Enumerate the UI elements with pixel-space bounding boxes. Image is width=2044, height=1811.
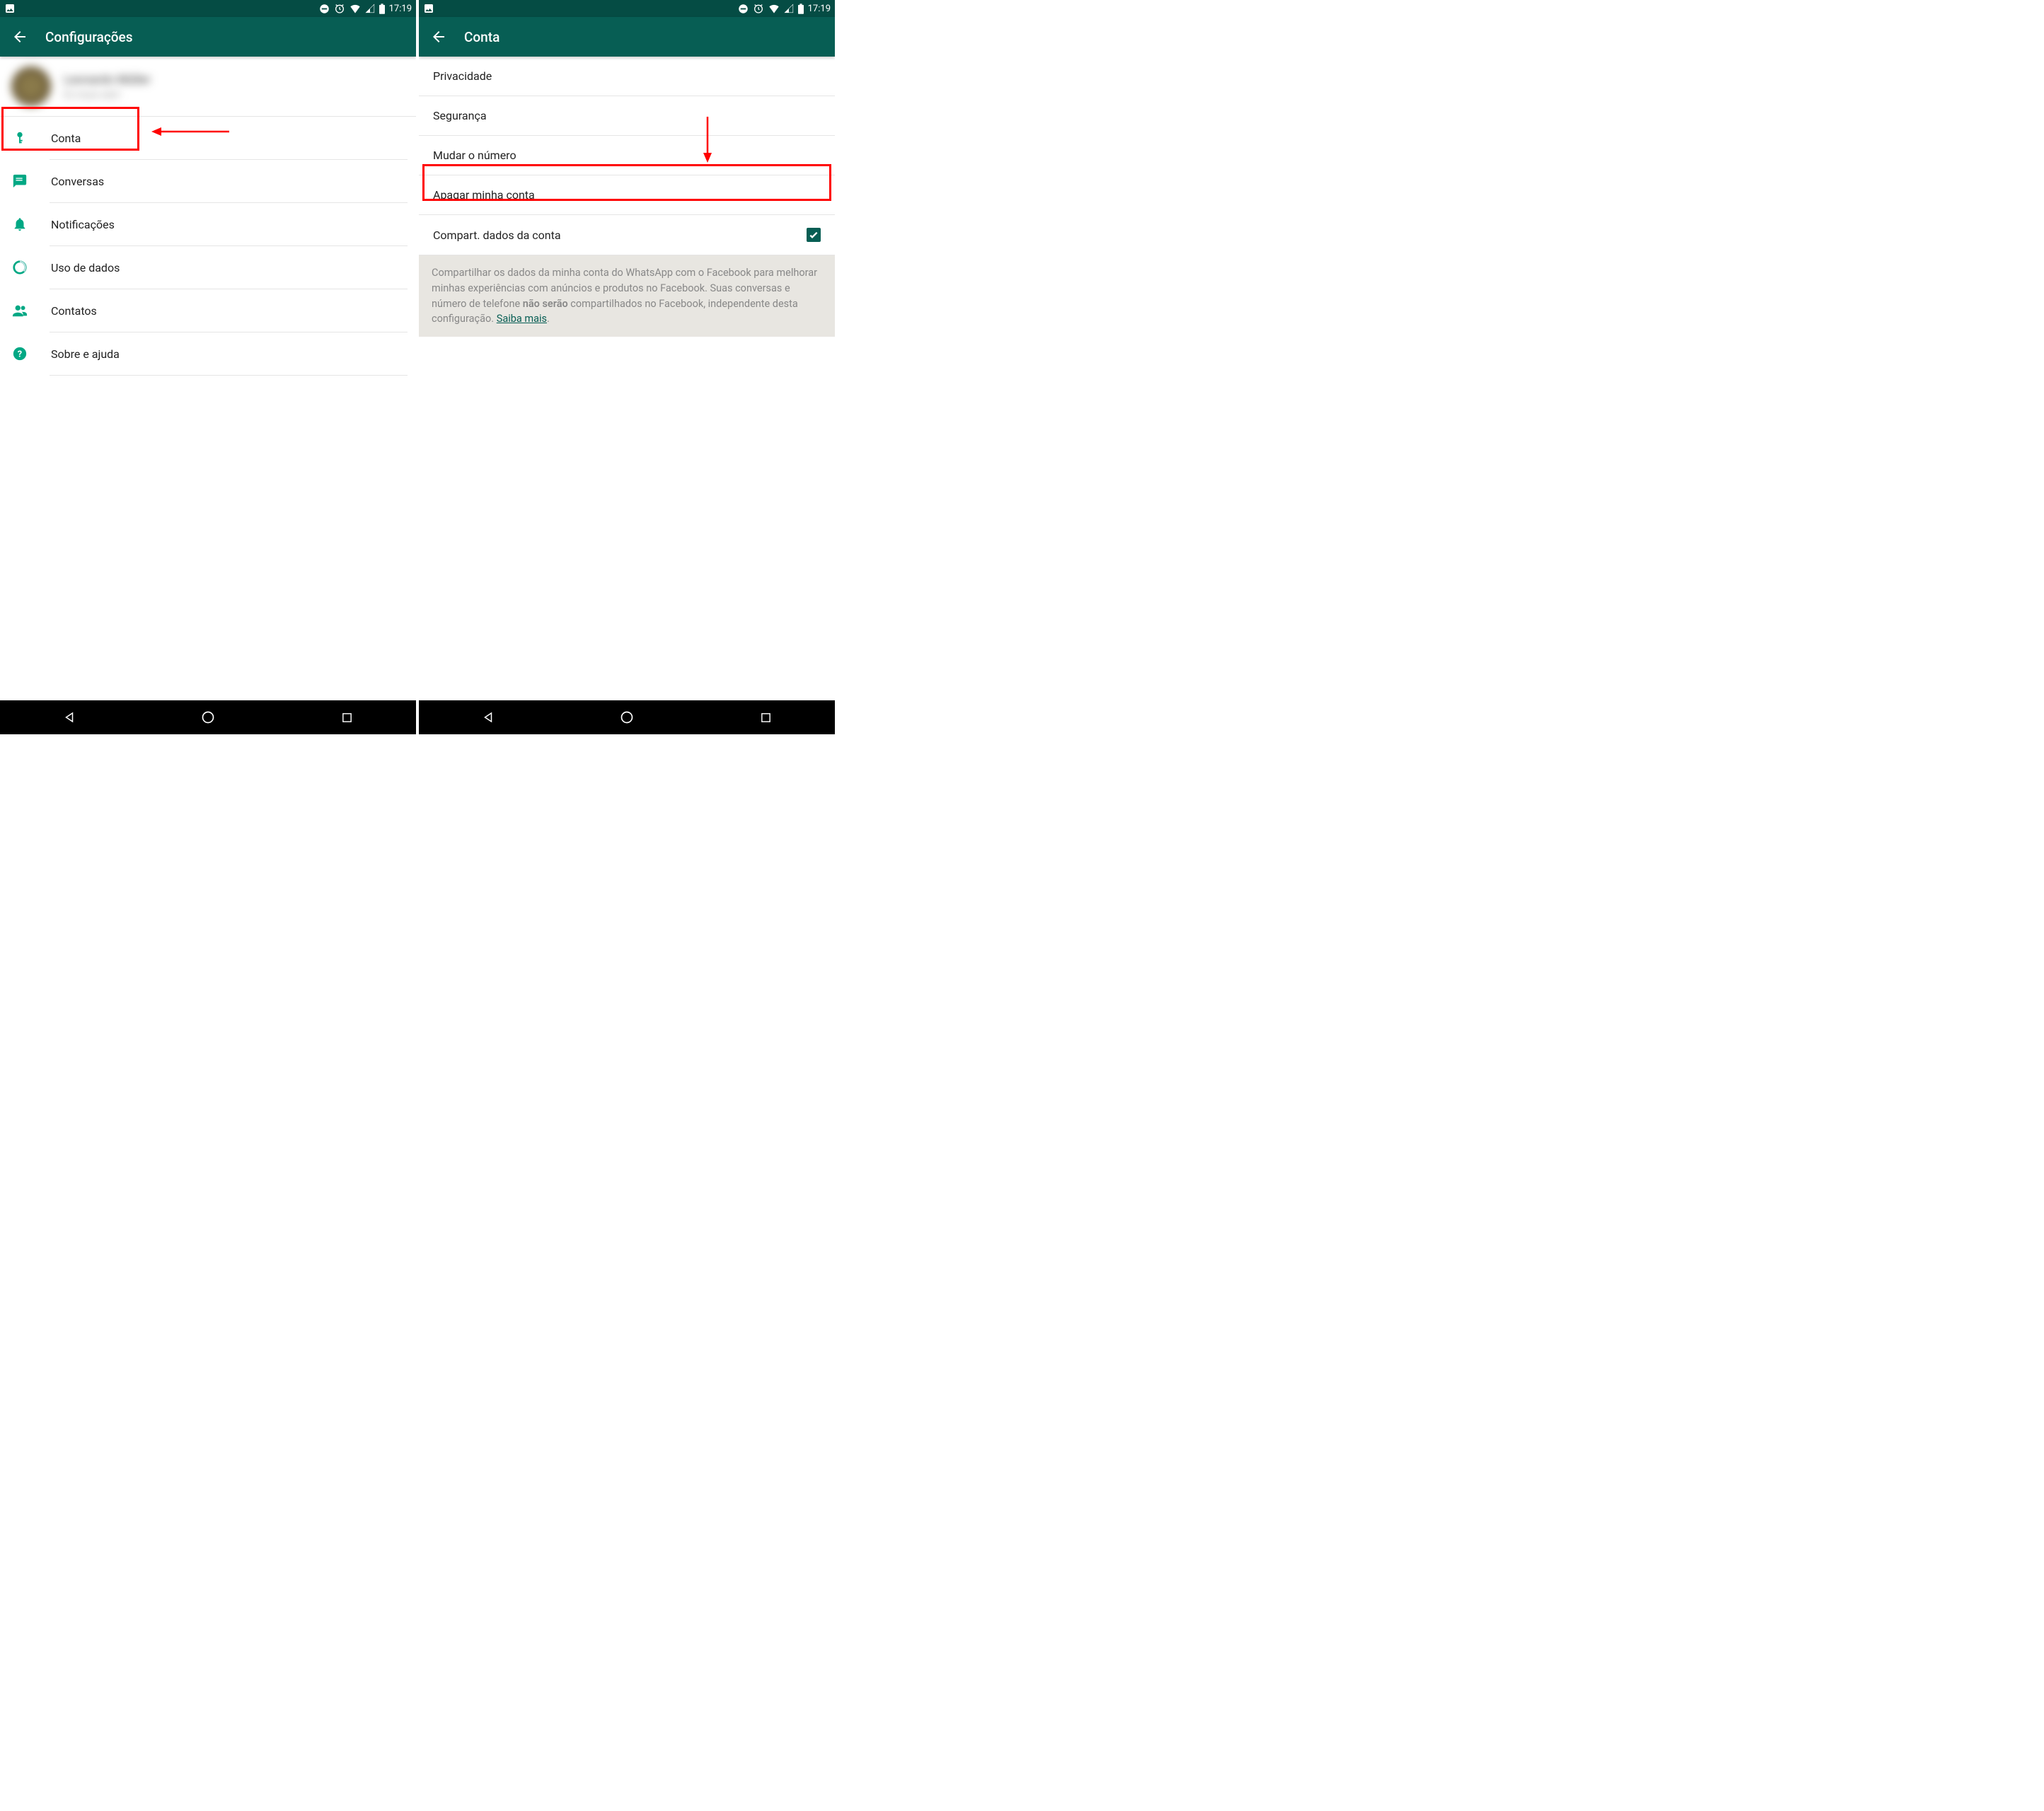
nav-home-button[interactable] [200,709,216,726]
dnd-icon [319,4,330,14]
status-right: 17:19 [738,3,831,14]
page-title: Conta [464,29,500,45]
settings-item-conta[interactable]: Conta [0,117,416,159]
settings-label: Conta [51,132,81,145]
info-text-bold: não serão [523,298,568,310]
checkbox-compart-dados[interactable] [807,228,821,242]
svg-text:?: ? [18,349,22,360]
account-label: Apagar minha conta [433,188,535,202]
settings-label: Contatos [51,304,97,318]
status-right: 17:19 [319,3,412,14]
account-item-compart-dados[interactable]: Compart. dados da conta [419,215,835,255]
nav-back-button[interactable] [61,709,78,726]
saiba-mais-link[interactable]: Saiba mais [497,313,547,325]
photo-icon [423,3,434,14]
account-label: Segurança [433,109,487,122]
settings-label: Conversas [51,175,104,188]
help-icon: ? [11,345,28,362]
status-left [423,3,434,14]
signal-icon [365,4,375,13]
signal-icon [784,4,794,13]
circle-home-icon [201,710,215,724]
circle-home-icon [620,710,634,724]
bell-icon [11,216,28,233]
profile-name: Leonardo Müller [64,73,151,87]
settings-item-conversas[interactable]: Conversas [0,160,416,202]
alarm-icon [334,3,345,14]
nav-home-button[interactable] [618,709,635,726]
settings-item-contatos[interactable]: Contatos [0,289,416,332]
square-recent-icon [341,712,353,724]
battery-icon [798,4,804,14]
chat-icon [11,173,28,190]
settings-item-uso-dados[interactable]: Uso de dados [0,246,416,289]
account-item-seguranca[interactable]: Segurança [419,96,835,136]
profile-status: Es muss sein! [64,90,151,100]
settings-item-notificacoes[interactable]: Notificações [0,203,416,245]
arrow-back-icon [11,28,28,45]
status-left [4,3,16,14]
check-icon [808,229,819,241]
account-label: Privacidade [433,69,492,83]
divider [50,375,408,376]
account-label: Compart. dados da conta [433,228,561,242]
settings-label: Sobre e ajuda [51,347,120,361]
info-box: Compartilhar os dados da minha conta do … [419,255,835,337]
app-bar-left: Configurações [0,17,416,57]
nav-back-button[interactable] [480,709,497,726]
status-bar: 17:19 [0,0,416,17]
status-bar: 17:19 [419,0,835,17]
arrow-back-icon [430,28,447,45]
key-icon [11,129,28,146]
nav-bar [419,700,835,734]
wifi-icon [768,4,780,13]
data-usage-icon [11,259,28,276]
profile-row[interactable]: Leonardo Müller Es muss sein! [0,57,416,116]
battery-icon [379,4,385,14]
account-label: Mudar o número [433,149,516,162]
account-item-privacidade[interactable]: Privacidade [419,57,835,96]
nav-bar [0,700,416,734]
triangle-back-icon [63,711,76,724]
triangle-back-icon [482,711,495,724]
status-time: 17:19 [808,4,831,14]
contacts-icon [11,302,28,319]
square-recent-icon [760,712,772,724]
dnd-icon [738,4,749,14]
status-time: 17:19 [389,4,412,14]
settings-label: Uso de dados [51,261,120,274]
account-item-mudar-numero[interactable]: Mudar o número [419,136,835,175]
alarm-icon [753,3,764,14]
settings-label: Notificações [51,218,115,231]
account-item-apagar-conta[interactable]: Apagar minha conta [419,175,835,215]
nav-recent-button[interactable] [338,709,355,726]
avatar [11,66,51,106]
phone-left: 17:19 Configurações Leonardo Müller Es m… [0,0,416,734]
phone-right: 17:19 Conta Privacidade Segurança Mudar … [419,0,835,734]
page-title: Configurações [45,29,132,45]
info-text-dot: . [547,313,550,325]
photo-icon [4,3,16,14]
app-bar-right: Conta [419,17,835,57]
back-button[interactable] [430,28,447,45]
wifi-icon [350,4,361,13]
nav-recent-button[interactable] [757,709,774,726]
back-button[interactable] [11,28,28,45]
settings-item-sobre[interactable]: ? Sobre e ajuda [0,332,416,375]
